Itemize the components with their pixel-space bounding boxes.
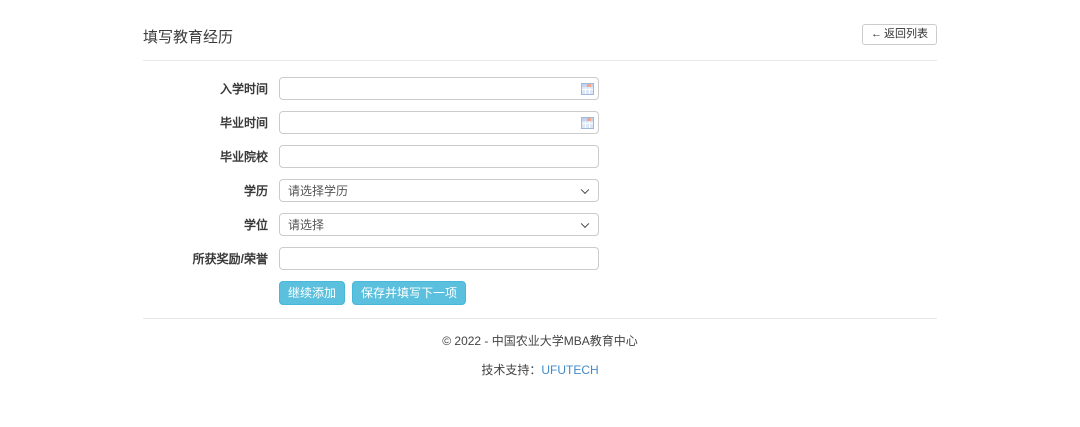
continue-add-button[interactable]: 继续添加	[279, 281, 345, 305]
page-header: 填写教育经历 ← 返回列表	[143, 24, 937, 47]
school-input[interactable]	[279, 145, 599, 168]
school-control	[279, 145, 599, 168]
page-footer: © 2022 - 中国农业大学MBA教育中心 技术支持：UFUTECH	[143, 332, 937, 378]
degree-level-select[interactable]: 请选择学历	[279, 179, 599, 202]
enroll-date-label: 入学时间	[143, 80, 268, 97]
back-button-label: 返回列表	[884, 28, 928, 41]
calendar-icon[interactable]	[581, 83, 594, 95]
degree-level-selected-value: 请选择学历	[288, 182, 348, 199]
ufutech-link[interactable]: UFUTECH	[541, 363, 598, 377]
form-row-degree-level: 学历 请选择学历	[143, 179, 937, 202]
form-row-degree: 学位 请选择	[143, 213, 937, 236]
main-container: 填写教育经历 ← 返回列表 入学时间	[143, 0, 937, 378]
form-row-school: 毕业院校	[143, 145, 937, 168]
grad-date-input[interactable]	[279, 111, 599, 134]
grad-date-label: 毕业时间	[143, 114, 268, 131]
degree-level-label: 学历	[143, 182, 268, 199]
form-row-grad-date: 毕业时间	[143, 111, 937, 134]
page-title: 填写教育经历	[143, 26, 233, 47]
title-divider	[143, 60, 937, 61]
grad-date-control	[279, 111, 599, 134]
degree-label: 学位	[143, 216, 268, 233]
awards-label: 所获奖励/荣誉	[143, 250, 268, 267]
save-and-next-button[interactable]: 保存并填写下一项	[352, 281, 466, 305]
back-to-list-button[interactable]: ← 返回列表	[862, 24, 937, 45]
left-arrow-icon: ←	[871, 28, 882, 41]
enroll-date-control	[279, 77, 599, 100]
degree-control: 请选择	[279, 213, 599, 236]
footer-divider	[143, 318, 937, 319]
form-row-enroll-date: 入学时间	[143, 77, 937, 100]
degree-select[interactable]: 请选择	[279, 213, 599, 236]
support-label: 技术支持：	[481, 363, 541, 377]
education-form: 入学时间 毕业时间	[143, 77, 937, 305]
degree-level-control: 请选择学历	[279, 179, 599, 202]
copyright-text: © 2022 - 中国农业大学MBA教育中心	[143, 332, 937, 349]
form-actions: 继续添加 保存并填写下一项	[279, 281, 937, 305]
enroll-date-input[interactable]	[279, 77, 599, 100]
form-row-awards: 所获奖励/荣誉	[143, 247, 937, 270]
awards-input[interactable]	[279, 247, 599, 270]
awards-control	[279, 247, 599, 270]
calendar-icon[interactable]	[581, 117, 594, 129]
support-line: 技术支持：UFUTECH	[143, 361, 937, 378]
degree-selected-value: 请选择	[288, 216, 324, 233]
school-label: 毕业院校	[143, 148, 268, 165]
